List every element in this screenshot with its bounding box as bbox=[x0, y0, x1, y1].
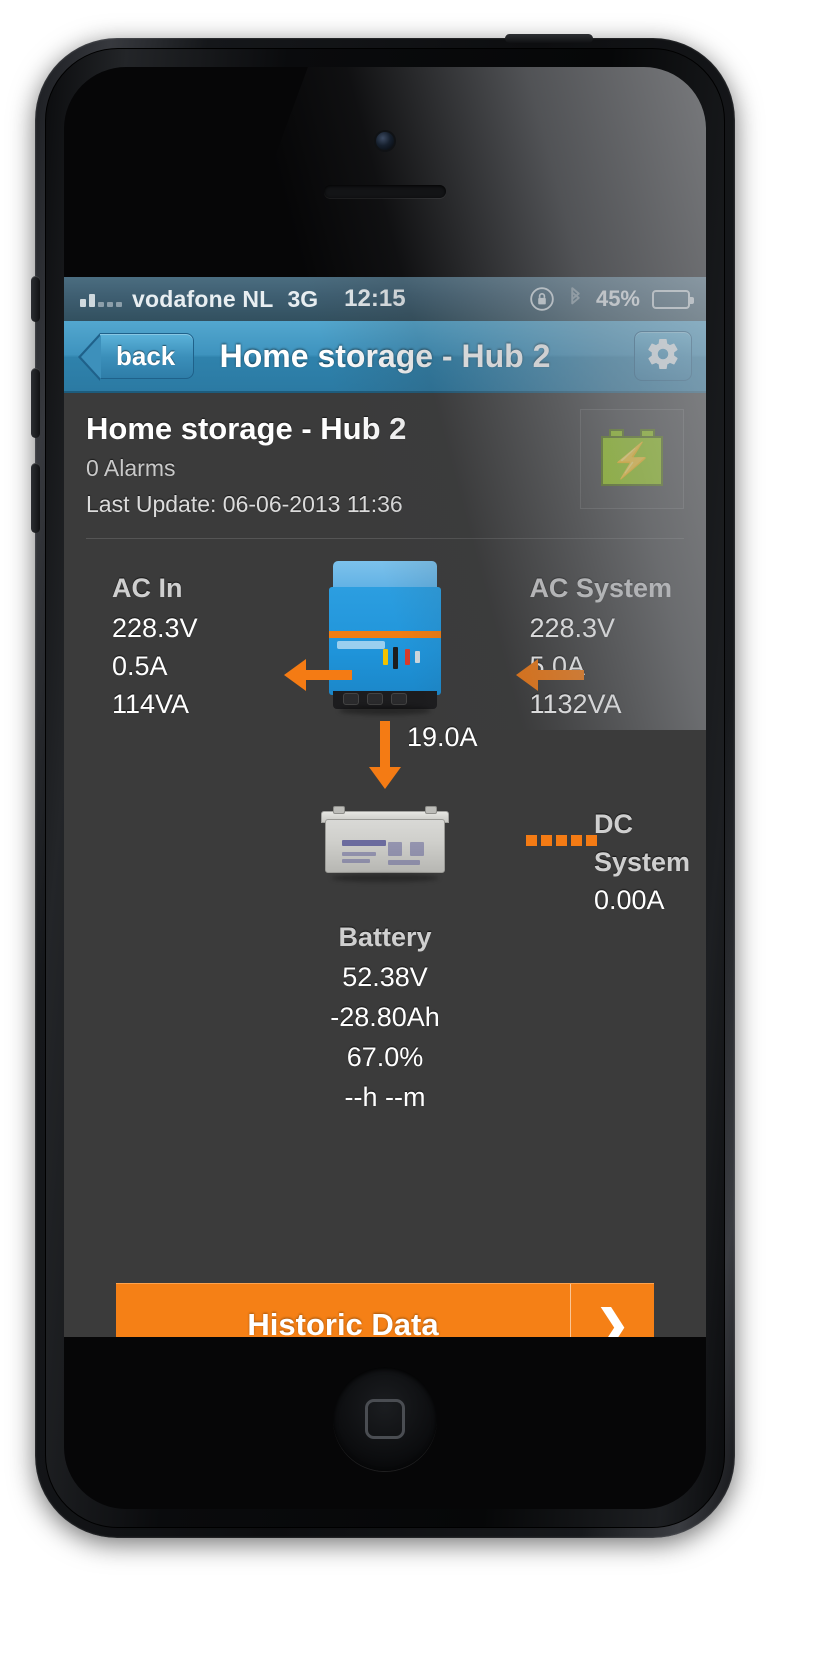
status-clock: 12:15 bbox=[344, 285, 406, 312]
battery-label: Battery bbox=[338, 922, 432, 952]
device-thumbnail: ⚡ bbox=[580, 409, 684, 509]
navigation-bar: back Home storage - Hub 2 bbox=[64, 321, 706, 393]
phone-screen: vodafone NL 3G 12:15 45% back Home stora… bbox=[64, 277, 706, 1337]
battery-soc: 67.0% bbox=[346, 1042, 424, 1072]
battery-icon bbox=[652, 289, 694, 309]
ac-in-power: 114VA bbox=[112, 689, 190, 719]
device-header: Home storage - Hub 2 0 Alarms Last Updat… bbox=[64, 393, 706, 530]
energy-flow-diagram: AC In 228.3V 0.5A 114VA AC System 228.3V… bbox=[64, 539, 706, 959]
battery-voltage: 52.38V bbox=[342, 962, 428, 992]
home-button[interactable] bbox=[333, 1367, 437, 1471]
ac-system-flow-arrow-icon bbox=[516, 659, 584, 691]
dc-system-block: DC System 0.00A bbox=[594, 805, 706, 919]
battery-time-remaining: --h --m bbox=[344, 1082, 426, 1112]
dc-system-label: DC System bbox=[594, 809, 691, 877]
gear-icon bbox=[645, 336, 681, 377]
network-type-label: 3G bbox=[287, 285, 319, 312]
phone-device: vodafone NL 3G 12:15 45% back Home stora… bbox=[31, 34, 735, 1538]
historic-data-label: Historic Data bbox=[247, 1306, 439, 1338]
historic-data-button[interactable]: Historic Data ❯ bbox=[116, 1283, 654, 1337]
battery-percent-label: 45% bbox=[595, 286, 640, 311]
ac-system-voltage: 228.3V bbox=[529, 613, 616, 643]
volume-up-button[interactable] bbox=[31, 368, 40, 438]
chevron-right-icon: ❯ bbox=[570, 1284, 654, 1337]
volume-down-button[interactable] bbox=[31, 463, 40, 533]
ac-in-flow-arrow-icon bbox=[284, 659, 352, 691]
signal-bars-icon bbox=[80, 291, 122, 307]
battery-charging-icon: ⚡ bbox=[601, 428, 663, 486]
status-bar: vodafone NL 3G 12:15 45% bbox=[64, 277, 706, 321]
dc-flow-current: 19.0A bbox=[407, 722, 478, 752]
ac-in-label: AC In bbox=[112, 573, 183, 603]
dc-system-link-icon bbox=[526, 835, 597, 846]
phone-face: vodafone NL 3G 12:15 45% back Home stora… bbox=[64, 67, 706, 1509]
ac-system-block: AC System 228.3V 5.0A 1132VA bbox=[529, 569, 672, 723]
dc-flow-arrow-icon bbox=[369, 721, 401, 789]
back-button-label: back bbox=[116, 340, 176, 371]
front-camera-icon bbox=[376, 132, 394, 150]
battery-stats: Battery 52.38V -28.80Ah 67.0% --h --m bbox=[64, 917, 706, 1117]
ac-in-voltage: 228.3V bbox=[112, 613, 198, 643]
back-button[interactable]: back bbox=[77, 333, 195, 381]
carrier-label: vodafone NL bbox=[132, 285, 274, 312]
rotation-lock-icon bbox=[529, 286, 555, 312]
ac-in-current: 0.5A bbox=[112, 651, 168, 681]
ac-system-label: AC System bbox=[529, 573, 672, 603]
lead-acid-battery-icon bbox=[319, 806, 451, 882]
dc-system-current: 0.00A bbox=[594, 885, 665, 915]
silence-switch[interactable] bbox=[31, 276, 40, 322]
earpiece-speaker bbox=[324, 185, 446, 198]
battery-charge: -28.80Ah bbox=[330, 1002, 440, 1032]
content-area: Home storage - Hub 2 0 Alarms Last Updat… bbox=[64, 393, 706, 1337]
ac-in-block: AC In 228.3V 0.5A 114VA bbox=[112, 569, 198, 723]
settings-button[interactable] bbox=[634, 331, 692, 381]
home-square-icon bbox=[365, 1399, 405, 1439]
bluetooth-icon bbox=[567, 286, 584, 312]
power-button[interactable] bbox=[505, 34, 593, 43]
phone-bezel: vodafone NL 3G 12:15 45% back Home stora… bbox=[45, 48, 725, 1528]
